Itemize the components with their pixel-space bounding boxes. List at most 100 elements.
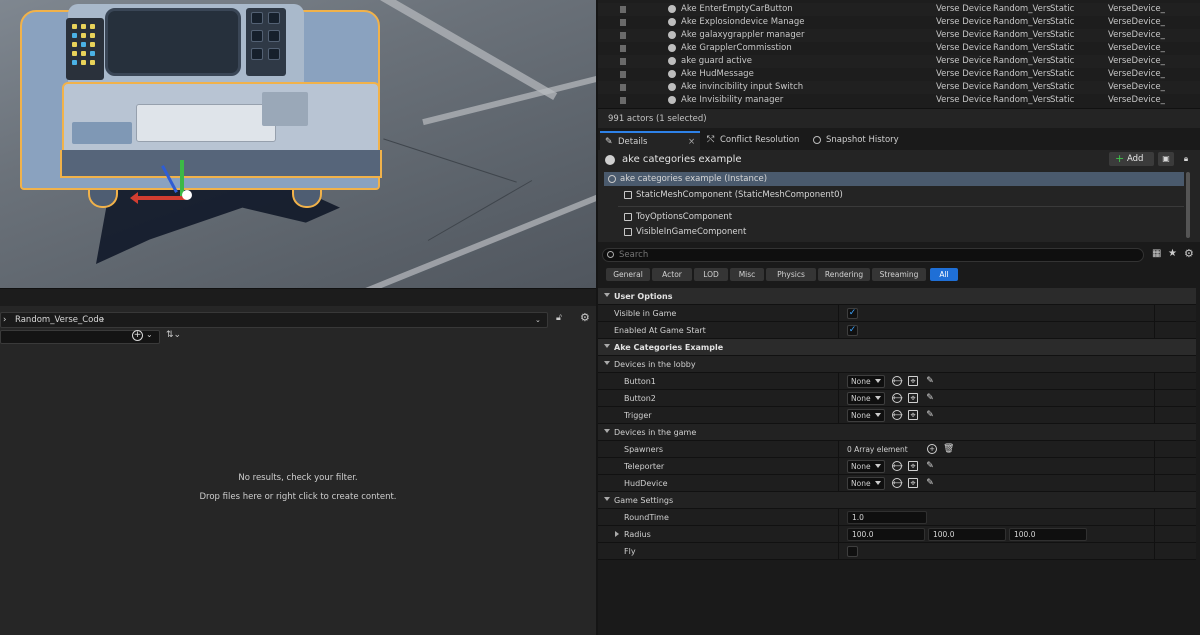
actor-name: Ake HudMessage — [681, 69, 754, 79]
expand-caret-icon[interactable] — [604, 344, 610, 348]
visible-in-game-checkbox[interactable]: ✓ — [847, 308, 858, 319]
breadcrumb-chevron-icon[interactable]: › — [3, 313, 6, 327]
breadcrumb-chevron-icon[interactable]: › — [101, 313, 104, 327]
browse-icon[interactable]: ⌖ — [908, 410, 918, 421]
radius-z-input[interactable]: 100.0 — [1009, 528, 1087, 541]
visibility-icon[interactable] — [620, 84, 626, 91]
section-label: User Options — [614, 292, 673, 301]
reset-arrow-icon[interactable]: ⟵ — [892, 478, 903, 488]
component-row-toyoptions[interactable]: ToyOptionsComponent — [604, 210, 1184, 224]
section-user-options[interactable]: User Options — [598, 288, 1196, 305]
add-component-button[interactable]: + Add — [1109, 152, 1154, 166]
visibility-icon[interactable] — [620, 71, 626, 78]
outliner-row[interactable]: Ake HudMessage Verse Device Random_Vers … — [598, 68, 1200, 81]
category-devices-game[interactable]: Devices in the game — [598, 424, 1196, 441]
table-view-icon[interactable]: ▦ — [1152, 248, 1161, 259]
gizmo-pivot[interactable] — [182, 190, 192, 200]
huddevice-device-picker[interactable]: None — [847, 477, 885, 490]
sort-icon[interactable]: ⇅⌄ — [166, 330, 181, 340]
outliner-row[interactable]: Ake Invisibility manager Verse Device Ra… — [598, 94, 1200, 107]
visibility-icon[interactable] — [620, 6, 626, 13]
teleporter-device-picker[interactable]: None — [847, 460, 885, 473]
visibility-icon[interactable] — [620, 32, 626, 39]
visibility-icon[interactable] — [620, 58, 626, 65]
breadcrumb-folder[interactable]: Random_Verse_Code — [15, 313, 104, 327]
reset-arrow-icon[interactable]: ⟵ — [892, 461, 903, 471]
add-filter-icon[interactable]: + — [132, 330, 143, 341]
expand-caret-icon[interactable] — [615, 531, 619, 537]
outliner-row[interactable]: Ake Explosiondevice Manage Verse Device … — [598, 16, 1200, 29]
visibility-icon[interactable] — [620, 97, 626, 104]
lock-icon[interactable]: 🔒︎ — [1178, 152, 1194, 166]
eyedropper-icon[interactable]: ✎ — [925, 376, 935, 386]
browse-icon[interactable]: ⌖ — [908, 376, 918, 387]
eyedropper-icon[interactable]: ✎ — [925, 393, 935, 403]
filter-rendering[interactable]: Rendering — [818, 268, 870, 281]
component-row-staticmesh[interactable]: StaticMeshComponent (StaticMeshComponent… — [604, 188, 1184, 202]
filter-lod[interactable]: LOD — [694, 268, 728, 281]
expand-caret-icon[interactable] — [604, 293, 610, 297]
outliner-row[interactable]: Ake EnterEmptyCarButton Verse Device Ran… — [598, 3, 1200, 16]
category-game-settings[interactable]: Game Settings — [598, 492, 1196, 509]
reset-arrow-icon[interactable]: ⟵ — [892, 410, 903, 420]
filter-all[interactable]: All — [930, 268, 958, 281]
button1-device-picker[interactable]: None — [847, 375, 885, 388]
trigger-device-picker[interactable]: None — [847, 409, 885, 422]
content-path-bar[interactable]: › Random_Verse_Code › ⌄ — [0, 312, 548, 328]
add-element-icon[interactable]: + — [927, 444, 937, 454]
gizmo-x-axis[interactable] — [136, 196, 186, 200]
enabled-at-start-checkbox[interactable]: ✓ — [847, 325, 858, 336]
eyedropper-icon[interactable]: ✎ — [925, 478, 935, 488]
expand-caret-icon[interactable] — [604, 497, 610, 501]
visibility-icon[interactable] — [620, 45, 626, 52]
details-search-input[interactable] — [602, 248, 1144, 262]
radius-y-input[interactable]: 100.0 — [928, 528, 1006, 541]
chevron-down-icon — [875, 481, 881, 485]
fly-checkbox[interactable] — [847, 546, 858, 557]
eyedropper-icon[interactable]: ✎ — [925, 461, 935, 471]
component-row-visibleingame[interactable]: VisibleInGameComponent — [604, 225, 1184, 239]
roundtime-input[interactable]: 1.0 — [847, 511, 927, 524]
filter-streaming[interactable]: Streaming — [872, 268, 926, 281]
browse-icon[interactable]: ⌖ — [908, 478, 918, 489]
reset-arrow-icon[interactable]: ⟵ — [892, 393, 903, 403]
category-devices-lobby[interactable]: Devices in the lobby — [598, 356, 1196, 373]
tab-snapshot-history[interactable]: Snapshot History — [808, 131, 908, 150]
button2-device-picker[interactable]: None — [847, 392, 885, 405]
visibility-icon[interactable] — [620, 19, 626, 26]
path-dropdown-icon[interactable]: ⌄ — [535, 313, 541, 327]
blueprint-icon[interactable]: ▣ — [1158, 152, 1174, 166]
components-scrollbar[interactable] — [1186, 172, 1190, 238]
filter-misc[interactable]: Misc — [730, 268, 764, 281]
filter-general[interactable]: General — [606, 268, 650, 281]
lock-icon[interactable]: 🔓︎ — [556, 313, 566, 323]
browse-icon[interactable]: ⌖ — [908, 393, 918, 404]
level-viewport[interactable] — [0, 0, 596, 288]
favorite-star-icon[interactable]: ★ — [1168, 248, 1177, 259]
content-browser[interactable]: › Random_Verse_Code › ⌄ 🔓︎ ⚙ + ⌄ ⇅⌄ No r… — [0, 306, 596, 635]
eyedropper-icon[interactable]: ✎ — [925, 410, 935, 420]
expand-caret-icon[interactable] — [604, 361, 610, 365]
gizmo-x-arrowhead[interactable] — [130, 192, 138, 204]
trash-icon[interactable]: 🗑︎ — [943, 444, 954, 454]
actor-mobility: Static — [1050, 43, 1075, 53]
reset-arrow-icon[interactable]: ⟵ — [892, 376, 903, 386]
world-outliner[interactable]: Ake EnterEmptyCarButton Verse Device Ran… — [598, 0, 1200, 108]
filter-actor[interactable]: Actor — [652, 268, 692, 281]
outliner-row[interactable]: Ake invincibility input Switch Verse Dev… — [598, 81, 1200, 94]
outliner-row[interactable]: Ake galaxygrappler manager Verse Device … — [598, 29, 1200, 42]
filter-physics[interactable]: Physics — [766, 268, 816, 281]
section-ake-categories[interactable]: Ake Categories Example — [598, 339, 1196, 356]
radius-x-input[interactable]: 100.0 — [847, 528, 925, 541]
settings-gear-icon[interactable]: ⚙ — [1184, 247, 1194, 260]
expand-caret-icon[interactable] — [604, 429, 610, 433]
settings-gear-icon[interactable]: ⚙ — [580, 311, 590, 324]
outliner-row[interactable]: Ake GrapplerCommisstion Verse Device Ran… — [598, 42, 1200, 55]
details-panel[interactable]: ✎ Details × ⤲ Conflict Resolution Snapsh… — [598, 128, 1200, 635]
component-row-instance[interactable]: ake categories example (Instance) — [604, 172, 1184, 186]
outliner-row[interactable]: ake guard active Verse Device Random_Ver… — [598, 55, 1200, 68]
chevron-down-icon[interactable]: ⌄ — [146, 330, 153, 339]
tab-details[interactable]: ✎ Details × — [600, 131, 700, 150]
browse-icon[interactable]: ⌖ — [908, 461, 918, 472]
tab-conflict-resolution[interactable]: ⤲ Conflict Resolution — [702, 131, 806, 150]
